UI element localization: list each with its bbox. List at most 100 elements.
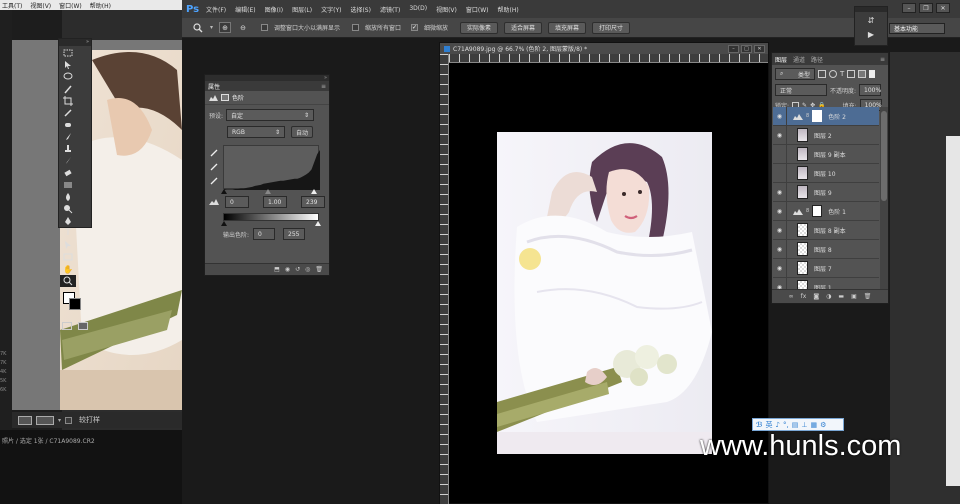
- bg-menu-window[interactable]: 窗口(W): [59, 1, 82, 10]
- reset-icon[interactable]: ↺: [295, 266, 300, 273]
- menu-file[interactable]: 文件(F): [206, 5, 226, 14]
- fit-screen-button[interactable]: 适合屏幕: [504, 21, 543, 34]
- layer-row[interactable]: ◉ 图层 8 副本: [773, 220, 879, 240]
- zoom-tool-side-icon[interactable]: [60, 275, 76, 287]
- history-panel-icon[interactable]: ⇵: [866, 16, 876, 26]
- pen-tool-icon[interactable]: [60, 215, 76, 227]
- menu-select[interactable]: 选择(S): [350, 5, 371, 14]
- chain-link-icon[interactable]: 8: [806, 113, 809, 119]
- eye-icon[interactable]: ◉: [773, 201, 787, 221]
- input-black-field[interactable]: 0: [225, 196, 249, 208]
- layer-row[interactable]: ◉ 图层 7: [773, 258, 879, 278]
- filter-type-icon[interactable]: T: [840, 70, 844, 78]
- eye-icon[interactable]: ◉: [773, 258, 787, 278]
- fill-screen-button[interactable]: 填充屏幕: [548, 21, 587, 34]
- layers-scrollbar-thumb[interactable]: [881, 111, 887, 201]
- hand-tool-icon[interactable]: ✋: [60, 263, 76, 275]
- bg-menu-view[interactable]: 视图(V): [30, 1, 51, 10]
- layer-thumbnail[interactable]: [797, 280, 808, 289]
- filter-pixel-icon[interactable]: [818, 70, 826, 78]
- black-point-eyedropper-icon[interactable]: [210, 149, 218, 157]
- output-slider[interactable]: [221, 221, 321, 227]
- filter-adjust-icon[interactable]: [829, 70, 837, 78]
- zoom-out-icon[interactable]: ⊖: [237, 22, 249, 33]
- play-panel-icon[interactable]: ▶: [866, 30, 876, 40]
- panel-menu-icon[interactable]: ≡: [880, 56, 885, 63]
- print-size-button[interactable]: 打印尺寸: [592, 21, 631, 34]
- layer-row[interactable]: ◉ 8 色阶 1: [773, 201, 879, 221]
- document-title[interactable]: C71A9089.jpg @ 66.7% (色阶 2, 图层蒙版/8) *: [453, 44, 587, 53]
- view-previous-icon[interactable]: ◉: [285, 266, 290, 273]
- black-output-handle[interactable]: [221, 221, 227, 226]
- doc-maximize-button[interactable]: □: [741, 44, 752, 53]
- zoom-all-checkbox[interactable]: [352, 24, 360, 31]
- panel-menu-icon[interactable]: ≡: [321, 83, 326, 90]
- filter-toggle-icon[interactable]: [869, 70, 876, 78]
- chain-link-icon[interactable]: 8: [806, 208, 809, 214]
- input-gamma-field[interactable]: 1.00: [263, 196, 287, 208]
- eye-icon[interactable]: ◉: [773, 220, 787, 240]
- new-layer-icon[interactable]: ▣: [851, 293, 857, 300]
- menu-view[interactable]: 视图(V): [436, 5, 457, 14]
- layer-row[interactable]: ◉ 图层 1: [773, 277, 879, 289]
- tool-preset-dropdown[interactable]: ▾: [210, 24, 213, 31]
- ime-punct-icon[interactable]: °,: [783, 421, 789, 429]
- layer-row[interactable]: ◉ 图层 8: [773, 239, 879, 259]
- brush-tool-icon[interactable]: [60, 131, 76, 143]
- scrubby-zoom-checkbox[interactable]: ✓: [411, 24, 419, 31]
- zoom-in-icon[interactable]: ⊕: [219, 22, 232, 33]
- tab-channels[interactable]: 通道: [793, 55, 805, 64]
- input-slider[interactable]: [221, 189, 319, 195]
- layer-thumbnail[interactable]: [797, 223, 808, 237]
- preset-dropdown[interactable]: 自定 ⇕: [226, 109, 315, 121]
- blend-mode-dropdown[interactable]: 正常: [775, 84, 827, 96]
- delete-icon[interactable]: 🗑: [315, 266, 323, 273]
- menu-3d[interactable]: 3D(D): [409, 5, 427, 14]
- minimize-button[interactable]: –: [902, 3, 916, 13]
- close-button[interactable]: ✕: [936, 3, 950, 13]
- layer-row[interactable]: ◉ 图层 2: [773, 125, 879, 145]
- gradient-tool-icon[interactable]: [60, 179, 76, 191]
- resize-windows-checkbox[interactable]: [261, 24, 269, 31]
- layer-row[interactable]: ◉ 8 色阶 2: [773, 107, 879, 126]
- blur-tool-icon[interactable]: [60, 191, 76, 203]
- softproof-checkbox[interactable]: [65, 416, 73, 424]
- workspace-switcher[interactable]: 基本功能: [889, 23, 945, 34]
- doc-close-button[interactable]: ✕: [754, 44, 765, 53]
- doc-minimize-button[interactable]: –: [728, 44, 739, 53]
- properties-title[interactable]: 属性: [208, 82, 220, 91]
- eye-hidden-icon[interactable]: [773, 144, 787, 164]
- crop-tool-icon[interactable]: [60, 95, 76, 107]
- layer-thumbnail[interactable]: [797, 128, 808, 142]
- auto-button[interactable]: 自动: [291, 126, 313, 138]
- filter-kind-dropdown[interactable]: ⌕ 类型: [775, 68, 815, 80]
- ime-moon-icon[interactable]: ♪: [776, 421, 780, 429]
- eye-icon[interactable]: ◉: [773, 125, 787, 145]
- ime-keyboard-icon[interactable]: ▤: [792, 421, 799, 429]
- quick-select-tool-icon[interactable]: [60, 83, 76, 95]
- dropdown-arrow-icon[interactable]: ▾: [58, 417, 61, 424]
- white-output-handle[interactable]: [315, 221, 321, 226]
- layer-row[interactable]: ◉ 图层 9: [773, 182, 879, 202]
- menu-filter[interactable]: 滤镜(T): [380, 5, 400, 14]
- output-white-field[interactable]: 255: [283, 228, 306, 240]
- black-input-handle[interactable]: [221, 189, 227, 194]
- ime-skin-icon[interactable]: ▦: [810, 421, 817, 429]
- stamp-tool-icon[interactable]: [60, 143, 76, 155]
- menu-layer[interactable]: 图层(L): [292, 5, 312, 14]
- add-mask-icon[interactable]: ◙: [813, 293, 819, 300]
- ime-lang-toggle[interactable]: 英: [766, 420, 773, 430]
- white-input-handle[interactable]: [311, 189, 317, 194]
- lasso-tool-icon[interactable]: [60, 71, 76, 83]
- opacity-field[interactable]: 100%: [859, 84, 881, 96]
- zoom-tool-icon[interactable]: [192, 22, 204, 34]
- eye-icon[interactable]: ◉: [773, 239, 787, 259]
- gamma-input-handle[interactable]: [265, 189, 271, 194]
- layer-thumbnail[interactable]: [797, 185, 808, 199]
- filter-shape-icon[interactable]: [847, 70, 856, 78]
- type-tool-icon[interactable]: T: [60, 227, 76, 239]
- layer-mask-thumbnail[interactable]: [812, 110, 823, 122]
- grid-view-icon[interactable]: [18, 415, 32, 425]
- mask-icon[interactable]: [221, 94, 229, 101]
- path-select-tool-icon[interactable]: [60, 239, 76, 251]
